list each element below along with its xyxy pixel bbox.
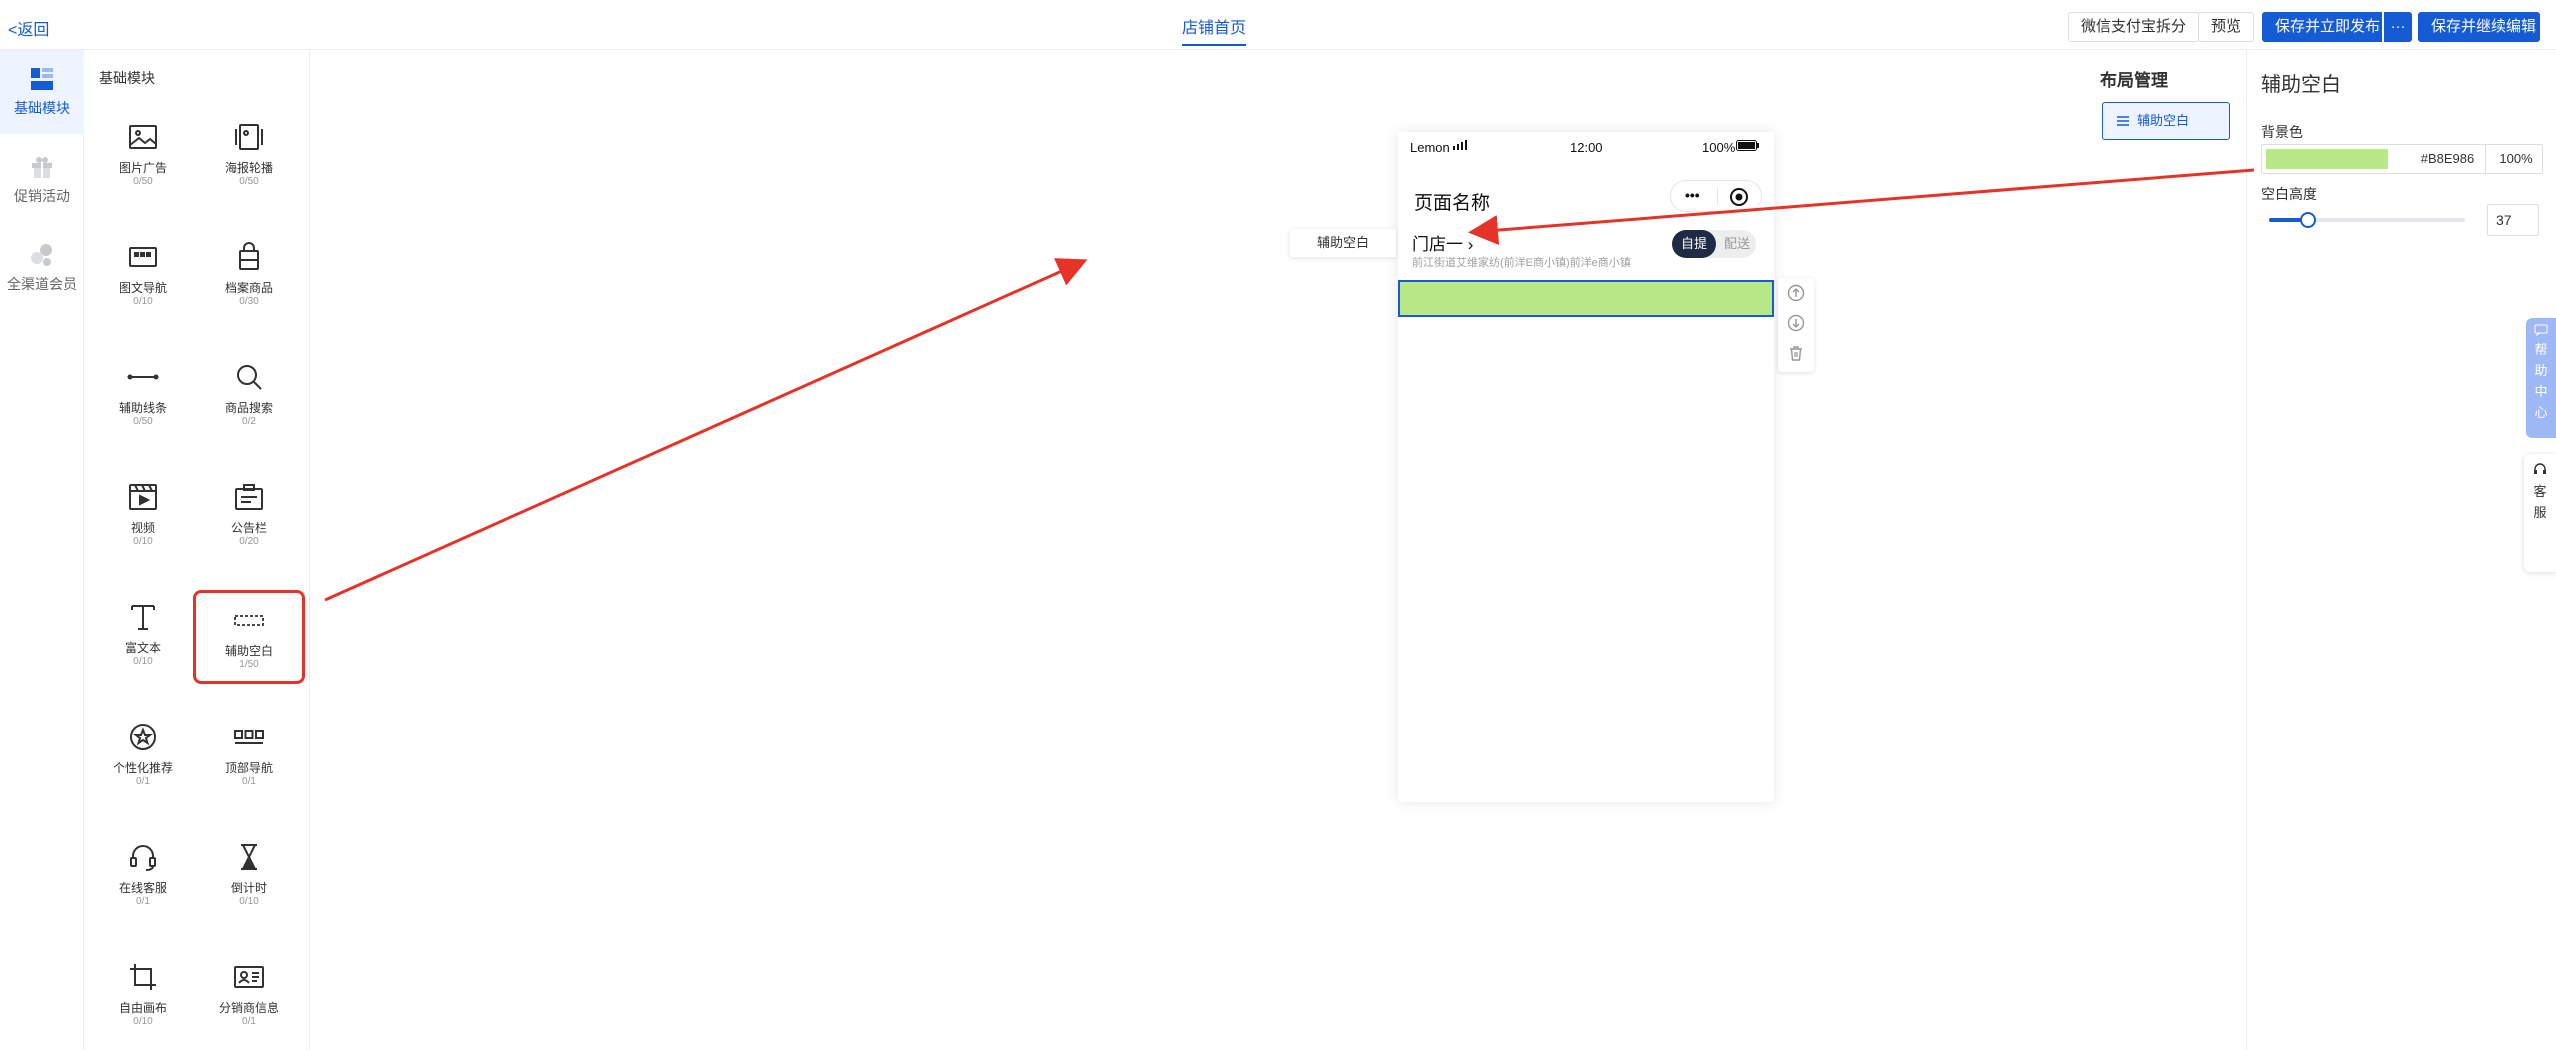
crop-frame-icon (126, 960, 160, 994)
more-options-button[interactable]: ··· (2384, 12, 2412, 42)
color-swatch[interactable] (2266, 149, 2388, 169)
divider-line-icon (126, 360, 160, 394)
delete-button[interactable] (1778, 338, 1814, 368)
height-input[interactable]: 37 (2487, 204, 2539, 236)
shopping-bag-icon (232, 240, 266, 274)
drag-handle-icon (2117, 104, 2129, 140)
clock-label: 12:00 (1570, 140, 1603, 155)
top-nav-icon (232, 720, 266, 754)
members-icon (29, 242, 55, 268)
save-publish-button[interactable]: 保存并立即发布 (2262, 12, 2382, 42)
category-rail: 基础模块 促销活动 全渠道会员 (0, 50, 84, 1050)
page-root: <返回 店铺首页 微信支付宝拆分 预览 保存并立即发布 ··· 保存并继续编辑 … (0, 0, 2556, 1050)
phone-preview: Lemon 12:00 100% 页面名称 ••• 门店一 › 前江街道艾维家纺… (1398, 132, 1774, 802)
panel-title: 基础模块 (99, 70, 155, 86)
capsule-divider (1717, 187, 1718, 205)
layout-manager-title: 布局管理 (2100, 71, 2168, 90)
back-link[interactable]: <返回 (8, 16, 49, 40)
editor-canvas: Lemon 12:00 100% 页面名称 ••• 门店一 › 前江街道艾维家纺… (310, 50, 2246, 1050)
component-archive-goods[interactable]: 档案商品 0/30 (196, 220, 302, 310)
delivery-option: 配送 (1723, 236, 1750, 251)
component-distributor-info[interactable]: 分销商信息 0/1 (196, 940, 302, 1030)
pickup-option: 自提 (1672, 230, 1716, 258)
layout-item-blank-space[interactable]: 辅助空白 (2102, 102, 2230, 140)
close-circle-icon (1730, 188, 1748, 206)
headset-icon (126, 840, 160, 874)
component-divider-line[interactable]: 辅助线条 0/50 (90, 340, 196, 430)
rail-label: 基础模块 (14, 100, 70, 116)
more-dots-icon: ••• (1685, 187, 1700, 203)
settings-panel: 辅助空白 背景色 #B8E986 100% 空白高度 37 (2246, 50, 2556, 1050)
blank-space-icon (232, 603, 266, 637)
component-video[interactable]: 视频 0/10 (90, 460, 196, 550)
component-blank-space[interactable]: 辅助空白 1/50 (193, 590, 305, 684)
store-name: 门店一 › (1412, 235, 1474, 254)
component-image-text-nav[interactable]: 图文导航 0/10 (90, 220, 196, 310)
video-icon (126, 480, 160, 514)
component-poster-carousel[interactable]: 海报轮播 0/50 (196, 100, 302, 190)
layout-item-label: 辅助空白 (2137, 113, 2190, 128)
slider-thumb[interactable] (2300, 212, 2317, 228)
height-label: 空白高度 (2261, 186, 2317, 202)
id-card-icon (232, 960, 266, 994)
tab-store-home[interactable]: 店铺首页 (1182, 14, 1247, 46)
component-product-search[interactable]: 商品搜索 0/2 (196, 340, 302, 430)
bg-hex-value[interactable]: #B8E986 (2410, 145, 2486, 173)
help-center-tab[interactable]: 帮 助 中 心 (2526, 318, 2556, 438)
height-slider[interactable] (2269, 212, 2465, 228)
search-icon (232, 360, 266, 394)
component-notice-board[interactable]: 公告栏 0/20 (196, 460, 302, 550)
carousel-icon (232, 120, 266, 154)
component-top-nav[interactable]: 顶部导航 0/1 (196, 700, 302, 790)
wechat-pay-split-button[interactable]: 微信支付宝拆分 (2068, 12, 2200, 42)
preview-button[interactable]: 预览 (2198, 12, 2255, 42)
bg-opacity-value[interactable]: 100% (2488, 145, 2544, 173)
rail-label: 促销活动 (14, 188, 70, 204)
component-personal-recommend[interactable]: 个性化推荐 0/1 (90, 700, 196, 790)
battery-label: 100% (1702, 140, 1736, 155)
image-icon (126, 120, 160, 154)
signal-icon (1453, 140, 1467, 150)
rail-item-omnichannel-members[interactable]: 全渠道会员 (0, 226, 84, 310)
component-online-service[interactable]: 在线客服 0/1 (90, 820, 196, 910)
status-bar: Lemon 12:00 100% (1398, 132, 1774, 158)
component-rich-text[interactable]: 富文本 0/10 (90, 580, 196, 670)
hourglass-icon (232, 840, 266, 874)
text-icon (126, 600, 160, 634)
bg-color-picker[interactable]: #B8E986 100% (2261, 144, 2543, 174)
blank-space-block[interactable] (1398, 280, 1774, 317)
rail-item-basic-modules[interactable]: 基础模块 (0, 50, 84, 134)
component-free-canvas[interactable]: 自由画布 0/10 (90, 940, 196, 1030)
trash-icon (1790, 346, 1802, 361)
chat-bubble-icon (2534, 324, 2548, 337)
store-address: 前江街道艾维家纺(前洋E商小镇)前洋e商小镇 (1412, 257, 1631, 269)
settings-title: 辅助空白 (2261, 74, 2341, 96)
layout-blocks-icon (29, 66, 55, 92)
component-name-tag: 辅助空白 (1290, 229, 1396, 257)
pickup-delivery-toggle: 自提 配送 (1672, 230, 1756, 258)
rail-item-promotions[interactable]: 促销活动 (0, 138, 84, 222)
rail-label: 全渠道会员 (7, 276, 77, 292)
gift-icon (29, 154, 55, 180)
notice-board-icon (232, 480, 266, 514)
component-image-ad[interactable]: 图片广告 0/50 (90, 100, 196, 190)
carrier-label: Lemon (1410, 140, 1450, 155)
block-toolbar (1778, 278, 1814, 372)
customer-service-tab[interactable]: 客 服 (2524, 454, 2556, 572)
component-panel: 基础模块 图片广告 0/50 海报轮播 0/50 图文导航 0/10 档案商品 … (84, 50, 310, 1050)
move-down-button[interactable] (1778, 308, 1814, 338)
arrow-up-circle-icon (1787, 284, 1805, 302)
arrow-down-circle-icon (1787, 314, 1805, 332)
image-text-nav-icon (126, 240, 160, 274)
component-countdown[interactable]: 倒计时 0/10 (196, 820, 302, 910)
move-up-button[interactable] (1778, 278, 1814, 308)
bg-color-label: 背景色 (2261, 124, 2303, 140)
save-continue-button[interactable]: 保存并继续编辑 (2418, 12, 2540, 42)
mini-page-title: 页面名称 (1414, 193, 1491, 214)
capsule-menu: ••• (1670, 180, 1762, 212)
top-bar: <返回 店铺首页 微信支付宝拆分 预览 保存并立即发布 ··· 保存并继续编辑 (0, 0, 2556, 50)
battery-icon (1736, 140, 1759, 151)
star-badge-icon (126, 720, 160, 754)
headset-icon (2534, 463, 2546, 474)
